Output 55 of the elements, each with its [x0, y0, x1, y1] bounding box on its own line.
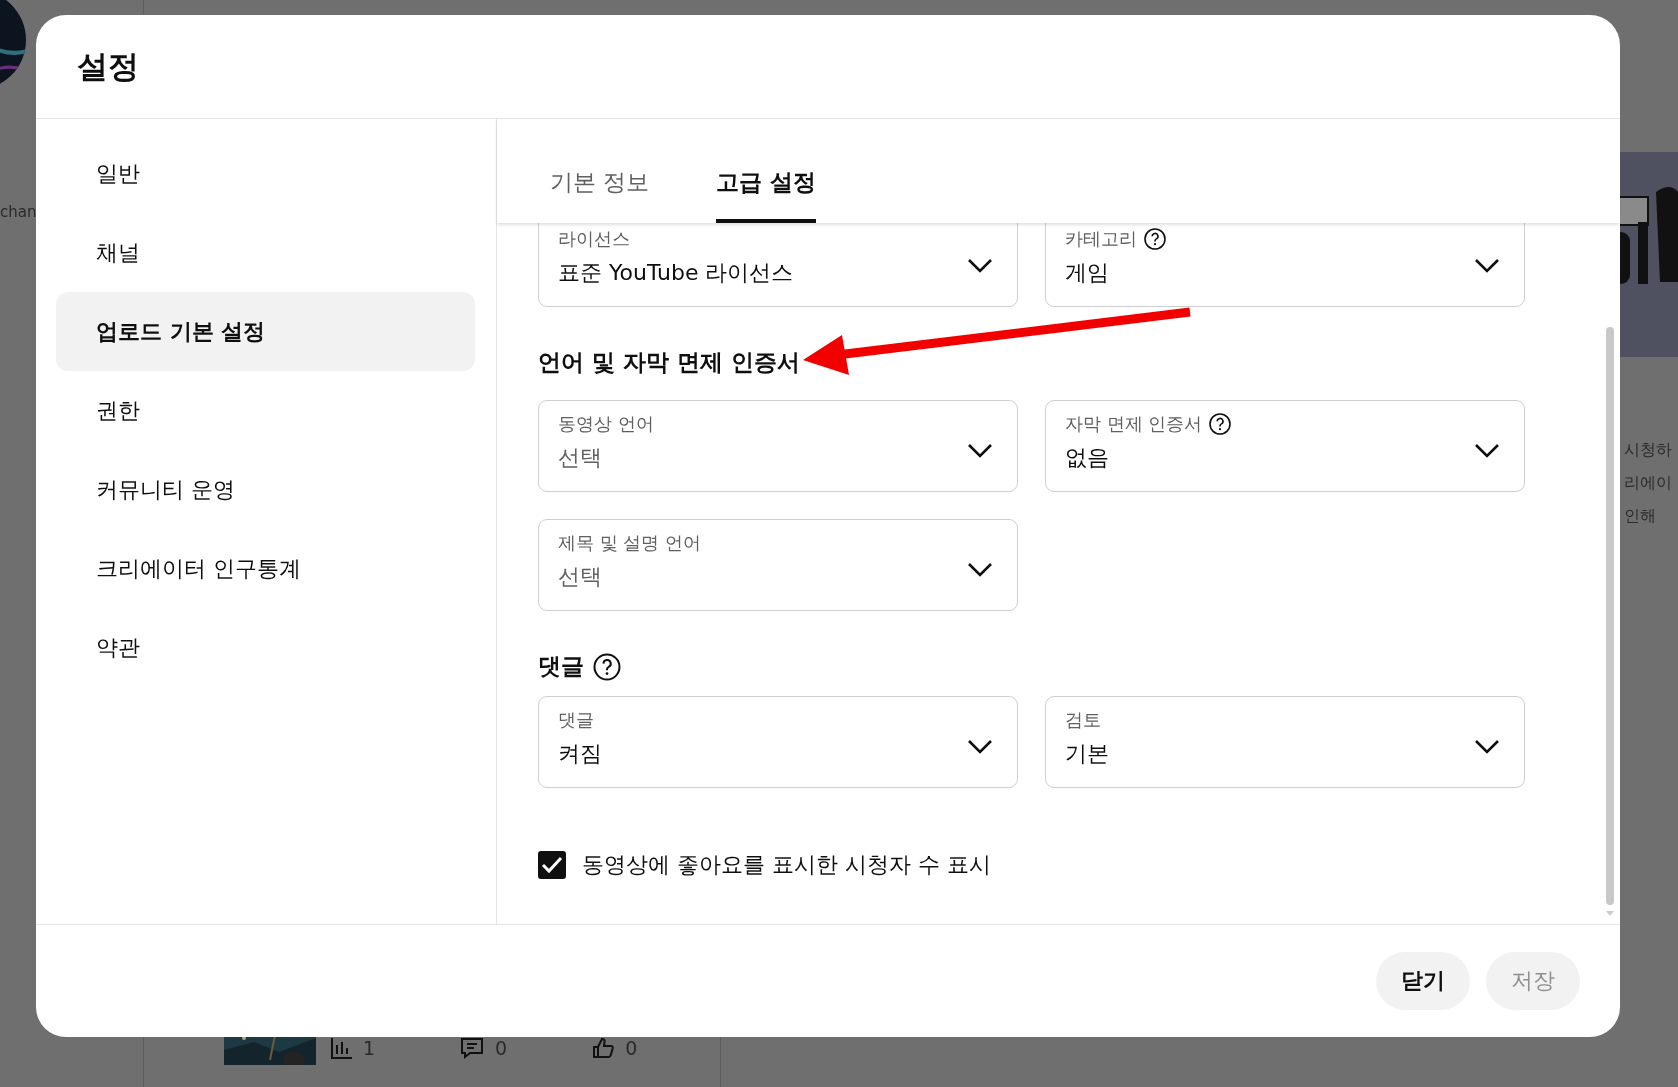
field-label: 카테고리	[1065, 227, 1137, 251]
help-icon[interactable]	[1143, 227, 1167, 251]
select-field[interactable]: 동영상 언어 선택	[538, 400, 1018, 492]
thumbs-up-icon	[591, 1036, 616, 1060]
chevron-down-icon	[1474, 258, 1500, 274]
select-field[interactable]: 자막 면제 인증서 없음	[1045, 400, 1525, 492]
select-field[interactable]: 라이선스 표준 YouTube 라이선스	[538, 223, 1018, 307]
sidebar-item[interactable]: 크리에이터 인구통계	[56, 529, 475, 608]
field-value: 선택	[558, 444, 603, 472]
description-text: 시청하	[1624, 440, 1672, 461]
help-icon[interactable]	[1208, 412, 1233, 436]
field-value: 기본	[1065, 740, 1110, 768]
sidebar-item[interactable]: 일반	[56, 134, 475, 213]
select-field[interactable]: 카테고리 게임	[1045, 223, 1525, 307]
dialog-button[interactable]: 닫기	[1376, 952, 1470, 1010]
field-value: 게임	[1065, 259, 1110, 287]
field-value: 선택	[558, 563, 603, 591]
sidebar-item[interactable]: 권한	[56, 371, 475, 450]
field-value: 켜짐	[558, 740, 603, 768]
bar-chart-icon	[329, 1036, 353, 1060]
comment-icon	[459, 1036, 486, 1060]
help-icon[interactable]	[592, 651, 622, 682]
sidebar-item[interactable]: 업로드 기본 설정	[56, 292, 475, 371]
stat-count: 0	[495, 1037, 508, 1059]
channel-name: chan	[0, 203, 37, 221]
description-text: 리에이	[1624, 473, 1672, 494]
description-text: 인해	[1624, 506, 1657, 527]
select-field[interactable]: 제목 및 설명 언어 선택	[538, 519, 1018, 611]
field-label: 댓글	[558, 708, 594, 732]
field-label: 제목 및 설명 언어	[558, 531, 702, 555]
sidebar-item[interactable]: 커뮤니티 운영	[56, 450, 475, 529]
chevron-down-icon	[967, 443, 993, 459]
checkbox-label: 동영상에 좋아요를 표시한 시청자 수 표시	[582, 851, 991, 879]
stat-count: 0	[625, 1037, 638, 1059]
tab[interactable]: 기본 정보	[550, 119, 650, 223]
stat-count: 1	[363, 1037, 376, 1059]
dialog-title: 설정	[77, 46, 139, 86]
sidebar-item[interactable]: 약관	[56, 608, 475, 687]
chevron-down-icon	[967, 739, 993, 755]
select-field[interactable]: 댓글 켜짐	[538, 696, 1018, 788]
chevron-down-icon	[967, 258, 993, 274]
select-field[interactable]: 검토 기본	[1045, 696, 1525, 788]
field-value: 없음	[1065, 444, 1110, 472]
chevron-down-icon	[1474, 443, 1500, 459]
sidebar-item[interactable]: 채널	[56, 213, 475, 292]
section-heading: 댓글	[538, 652, 584, 681]
field-label: 자막 면제 인증서	[1065, 412, 1203, 436]
field-label: 라이선스	[558, 227, 630, 251]
chevron-down-icon	[967, 562, 993, 578]
chevron-down-icon	[1474, 739, 1500, 755]
field-label: 동영상 언어	[558, 412, 654, 436]
section-heading: 언어 및 자막 면제 인증서	[538, 348, 801, 377]
field-label: 검토	[1065, 708, 1101, 732]
checkbox[interactable]	[538, 851, 566, 879]
field-value: 표준 YouTube 라이선스	[558, 259, 795, 287]
